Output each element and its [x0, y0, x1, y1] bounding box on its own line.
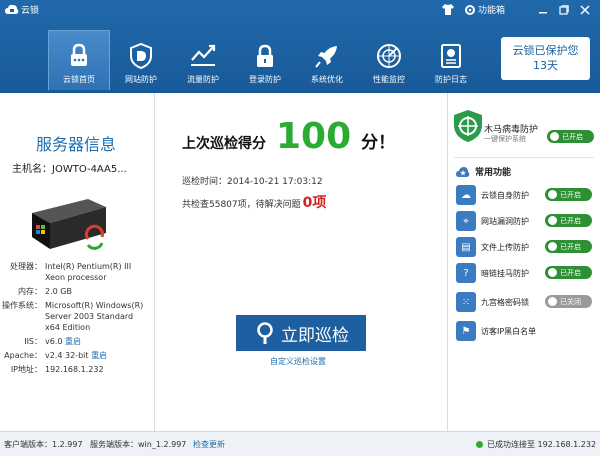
dark-link-toggle[interactable]: 已开启	[545, 266, 592, 279]
cloud-star-icon	[456, 167, 470, 177]
shield-cross-icon	[454, 110, 482, 142]
nav-protection-log[interactable]: 防护日志	[420, 30, 482, 90]
feature-web-vuln: ⌖ 网站漏洞防护 已开启	[456, 211, 596, 235]
grid-lock-icon: ⁙	[456, 292, 476, 312]
nav-home[interactable]: 云锁首页	[48, 30, 110, 90]
trojan-subtitle: 一键保护系统	[484, 135, 526, 143]
feature-dark-link: ? 暗链挂马防护 已开启	[456, 263, 596, 287]
web-shield-icon	[130, 42, 152, 70]
score-line: 上次巡检得分 100 分！	[182, 117, 395, 157]
feature-ip-list[interactable]: ⚑ 访客IP黑白名单	[456, 321, 596, 345]
close-icon[interactable]	[578, 2, 592, 17]
nav-web-protection[interactable]: 网站防护	[110, 30, 172, 90]
info-row-apache: Apache： v2.4 32-bit 重启	[4, 351, 108, 360]
cloud-lock-icon	[5, 4, 19, 14]
file-upload-icon: ▤	[456, 237, 476, 257]
check-update-link[interactable]: 检查更新	[193, 439, 225, 450]
skin-icon[interactable]	[441, 2, 455, 17]
web-vuln-icon: ⌖	[456, 211, 476, 231]
minimize-icon[interactable]	[536, 2, 550, 17]
divider	[454, 157, 594, 158]
title-bar: 云锁 功能箱	[0, 0, 600, 20]
connection-status: 已成功连接至 192.168.1.232	[487, 440, 597, 449]
score-label: 上次巡检得分	[182, 136, 266, 152]
feature-grid-lock: ⁙ 九宫格密码锁 已关闭	[456, 292, 596, 316]
nav-log-label: 防护日志	[435, 75, 467, 84]
file-upload-toggle[interactable]: 已开启	[545, 240, 592, 253]
info-row-cpu: 处理器： Intel(R) Pentium(R) III Xeon proces…	[10, 262, 132, 282]
badge-days: 13天	[533, 59, 558, 72]
trojan-toggle[interactable]: 已开启	[547, 130, 594, 143]
nav-login-protection[interactable]: 登录防护	[234, 30, 296, 90]
nav-login-label: 登录防护	[249, 75, 281, 84]
info-row-os: 操作系统： Microsoft(R) Windows(R) Server 200…	[2, 301, 144, 332]
nav-monitor-label: 性能监控	[373, 75, 405, 84]
nav-optimize-label: 系统优化	[311, 75, 343, 84]
radar-icon	[377, 44, 401, 68]
main-nav: 云锁首页 网站防护 流量防护 登录防护 系统优化 性能监控 防护日志	[48, 30, 482, 90]
iis-restart-link[interactable]: 重启	[65, 337, 81, 346]
toolbox-button[interactable]: 功能箱	[478, 3, 505, 16]
nav-home-label: 云锁首页	[63, 75, 95, 84]
restore-icon[interactable]	[557, 2, 571, 17]
padlock-icon	[257, 44, 273, 67]
apache-restart-link[interactable]: 重启	[91, 351, 107, 360]
custom-scan-settings-link[interactable]: 自定义巡检设置	[270, 356, 326, 367]
score-unit: 分！	[361, 133, 396, 153]
self-protection-toggle[interactable]: 已开启	[545, 188, 592, 201]
question-icon: ?	[456, 263, 476, 283]
toolbox-icon[interactable]	[463, 2, 477, 17]
grid-lock-toggle[interactable]: 已关闭	[545, 295, 592, 308]
server-image	[32, 199, 106, 250]
hostname: 主机名：JOWTO-4AA5...	[12, 164, 127, 175]
nav-traffic-label: 流量防护	[187, 75, 219, 84]
nav-traffic-protection[interactable]: 流量防护	[172, 30, 234, 90]
server-info-list: 处理器： Intel(R) Pentium(R) III Xeon proces…	[0, 261, 155, 378]
nav-system-optimize[interactable]: 系统优化	[296, 30, 358, 90]
trojan-protection: 木马病毒防护 一键保护系统 已开启	[448, 103, 600, 153]
common-features-title: 常用功能	[456, 165, 511, 178]
protection-days-badge: 云锁已保护您 13天	[501, 37, 590, 80]
app-title: 云锁	[21, 6, 40, 16]
status-bar: 客户端版本：1.2.997 服务端版本：win_1.2.997 检查更新 已成功…	[0, 431, 600, 456]
traffic-icon	[191, 44, 216, 66]
rocket-icon	[315, 46, 337, 68]
lock-home-icon	[71, 43, 87, 66]
issues-count: 0项	[302, 195, 327, 211]
features-panel: 木马病毒防护 一键保护系统 已开启 常用功能 ☁ 云锁自身防护 已开启 ⌖ 网站…	[447, 93, 600, 431]
badge-line1: 云锁已保护您	[512, 44, 579, 57]
search-icon	[257, 322, 273, 344]
nav-performance-monitor[interactable]: 性能监控	[358, 30, 420, 90]
feature-file-upload: ▤ 文件上传防护 已开启	[456, 237, 596, 261]
visitor-ip-icon: ⚑	[456, 321, 476, 341]
cloud-shield-icon: ☁	[456, 185, 476, 205]
connected-dot-icon	[476, 441, 483, 448]
score-value: 100	[276, 116, 352, 157]
scan-time: 巡检时间：2014-10-21 17:03:12	[182, 177, 323, 187]
client-version: 客户端版本：1.2.997	[4, 440, 83, 449]
header: 云锁 功能箱 云锁首页 网站防护 流量防护 登录防护 系统优化 性能监控 防护日…	[0, 0, 600, 93]
server-info-title: 服务器信息	[36, 135, 117, 154]
info-row-memory: 内存： 2.0 GB	[18, 287, 72, 296]
info-row-iis: IIS： v6.0 重启	[24, 337, 82, 346]
server-version: 服务端版本：win_1.2.997	[90, 440, 187, 449]
scan-panel: 上次巡检得分 100 分！ 巡检时间：2014-10-21 17:03:12 共…	[156, 93, 446, 431]
web-vuln-toggle[interactable]: 已开启	[545, 214, 592, 227]
log-icon	[441, 44, 461, 68]
scan-summary: 共检查55807项，待解决问题 0项	[182, 192, 326, 212]
info-row-ip: IP地址： 192.168.1.232	[10, 365, 104, 374]
feature-self-protection: ☁ 云锁自身防护 已开启	[456, 185, 596, 209]
nav-web-label: 网站防护	[125, 75, 157, 84]
scan-now-button[interactable]: 立即巡检	[236, 315, 366, 351]
server-info-panel: 服务器信息 主机名：JOWTO-4AA5... 处理器： Intel(R) Pe…	[0, 93, 155, 431]
